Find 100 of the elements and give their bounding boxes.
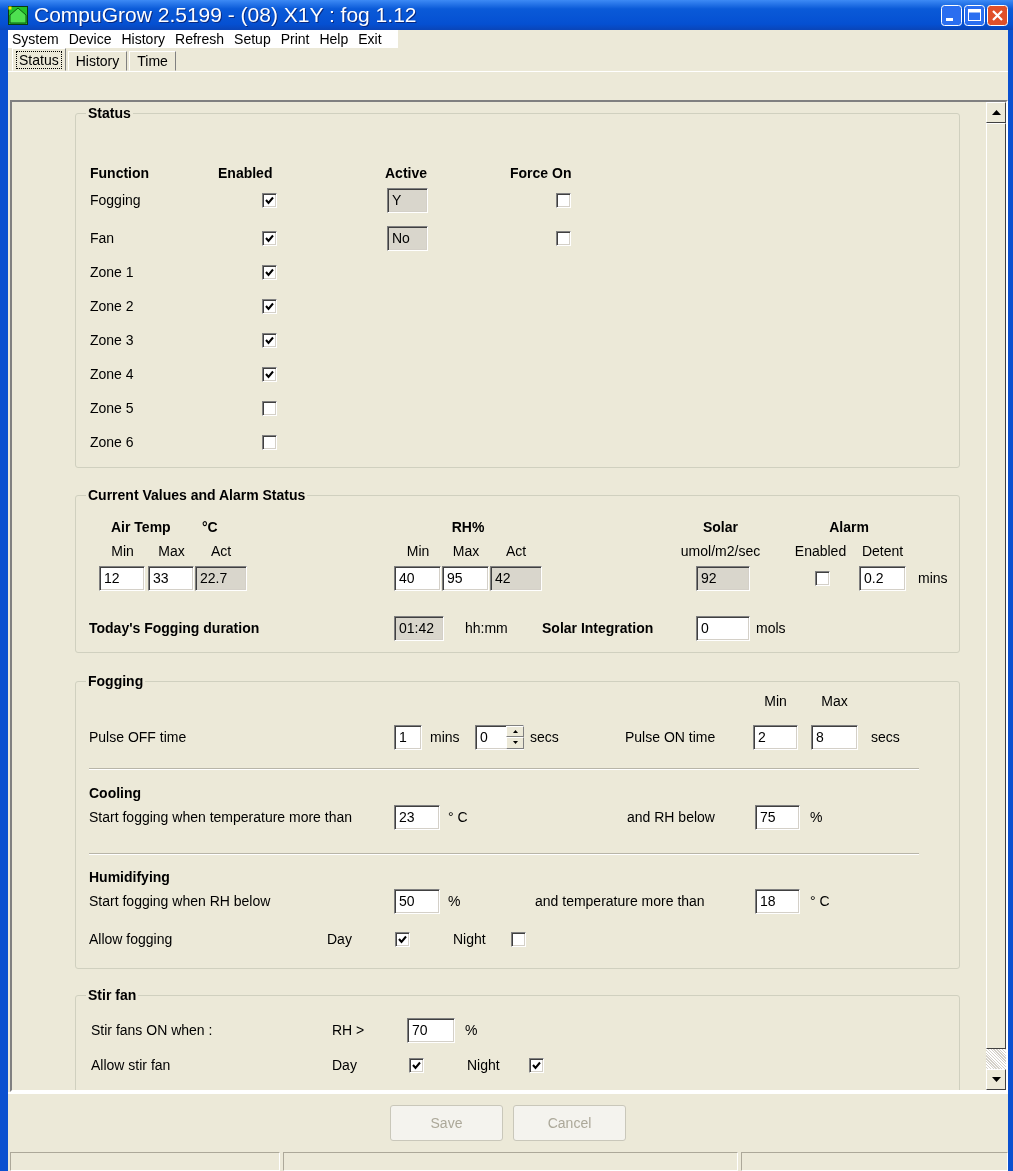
unit-label: %	[448, 893, 461, 909]
enabled-checkbox[interactable]	[262, 332, 277, 348]
unit-label: °C	[202, 519, 218, 535]
force-on-checkbox[interactable]	[556, 192, 571, 208]
alarm-enabled-checkbox[interactable]	[815, 570, 830, 586]
field-label: Today's Fogging duration	[89, 620, 260, 636]
tab[interactable]: Status	[12, 48, 66, 71]
readout-field: 42	[490, 565, 542, 591]
menu-item[interactable]: History	[117, 30, 172, 48]
function-label: Zone 1	[90, 264, 134, 280]
menu-item[interactable]: System	[8, 30, 65, 48]
input-field[interactable]: 75	[755, 804, 800, 830]
down-arrow-icon	[991, 1077, 1001, 1082]
enabled-checkbox[interactable]	[262, 192, 277, 208]
input-field[interactable]: 95	[442, 565, 489, 591]
input-field[interactable]: 1	[394, 724, 422, 750]
input-field[interactable]: 70	[407, 1017, 455, 1043]
unit-label: ° C	[810, 893, 830, 909]
input-field[interactable]: 12	[99, 565, 145, 591]
readout-field: 92	[696, 565, 750, 591]
column-label: Min	[406, 543, 430, 559]
scroll-up-button[interactable]	[986, 102, 1006, 123]
unit-label: secs	[530, 729, 559, 745]
field-label: Pulse OFF time	[89, 729, 187, 745]
column-label: Act	[505, 543, 527, 559]
input-field[interactable]: 50	[394, 888, 440, 914]
enabled-checkbox[interactable]	[262, 230, 277, 246]
unit-label: secs	[871, 729, 900, 745]
close-button[interactable]	[987, 4, 1008, 26]
option-label: Night	[467, 1057, 500, 1073]
menu-item[interactable]: Refresh	[171, 30, 231, 48]
option-label: Night	[453, 931, 486, 947]
night-checkbox[interactable]	[529, 1057, 544, 1073]
input-field[interactable]: 40	[394, 565, 441, 591]
group-title: Status	[88, 105, 131, 121]
active-field: Y	[387, 187, 428, 213]
readout-field: 01:42	[394, 615, 444, 641]
function-label: Zone 6	[90, 434, 134, 450]
group-title: Fogging	[88, 673, 144, 689]
section-heading: Air Temp	[111, 519, 171, 535]
menu-item[interactable]: Help	[315, 30, 355, 48]
column-label: Act	[210, 543, 232, 559]
unit-label: umol/m2/sec	[680, 543, 761, 559]
function-label: Zone 2	[90, 298, 134, 314]
field-label: Stir fans ON when :	[91, 1022, 213, 1038]
input-field[interactable]: 18	[755, 888, 800, 914]
column-header: Active	[385, 165, 428, 181]
force-on-checkbox[interactable]	[556, 230, 571, 246]
unit-label: mins	[918, 570, 948, 586]
field-label: Allow stir fan	[91, 1057, 171, 1073]
column-label: Max	[821, 693, 848, 709]
function-label: Fan	[90, 230, 115, 246]
input-field[interactable]: 0.2	[859, 565, 906, 591]
enabled-checkbox[interactable]	[262, 400, 277, 416]
day-checkbox[interactable]	[395, 931, 410, 947]
menu-item[interactable]: Print	[276, 30, 316, 48]
day-checkbox[interactable]	[409, 1057, 424, 1073]
unit-label: mins	[430, 729, 460, 745]
scroll-down-button[interactable]	[986, 1069, 1006, 1090]
field-label: and RH below	[627, 809, 715, 825]
house-icon	[8, 5, 28, 25]
function-label: Fogging	[90, 192, 141, 208]
input-field[interactable]: 33	[148, 565, 194, 591]
field-label: Pulse ON time	[625, 729, 716, 745]
unit-label: mols	[756, 620, 786, 636]
menu-item[interactable]: Exit	[354, 30, 388, 48]
spin-field[interactable]: 0	[475, 724, 524, 750]
column-header: Enabled	[218, 165, 273, 181]
group-title: Stir fan	[88, 987, 137, 1003]
minimize-button[interactable]	[941, 4, 962, 26]
column-label: Min	[764, 693, 787, 709]
menu-item[interactable]: Setup	[230, 30, 277, 48]
unit-label: %	[465, 1022, 478, 1038]
field-label: Solar Integration	[542, 620, 654, 636]
input-field[interactable]: 2	[753, 724, 798, 750]
input-field[interactable]: 8	[811, 724, 858, 750]
menu-item[interactable]: Device	[64, 30, 118, 48]
up-arrow-icon	[991, 110, 1001, 115]
tab[interactable]: History	[67, 51, 128, 71]
input-field[interactable]: 0	[696, 615, 750, 641]
enabled-checkbox[interactable]	[262, 264, 277, 280]
unit-label: %	[810, 809, 823, 825]
column-label: Enabled	[794, 543, 847, 559]
field-label: RH >	[332, 1022, 365, 1038]
enabled-checkbox[interactable]	[262, 366, 277, 382]
function-label: Zone 5	[90, 400, 134, 416]
field-label: Start fogging when RH below	[89, 893, 271, 909]
input-field[interactable]: 23	[394, 804, 440, 830]
section-heading: Solar	[703, 519, 738, 535]
function-label: Zone 4	[90, 366, 134, 382]
tab[interactable]: Time	[129, 51, 176, 71]
section-heading: Humidifying	[89, 869, 170, 885]
maximize-button[interactable]	[964, 4, 985, 26]
spin-buttons[interactable]	[506, 725, 524, 749]
enabled-checkbox[interactable]	[262, 434, 277, 450]
column-label: Max	[158, 543, 185, 559]
enabled-checkbox[interactable]	[262, 298, 277, 314]
window-title: CompuGrow 2.5199 - (08) X1Y : fog 1.12	[34, 3, 418, 27]
night-checkbox[interactable]	[511, 931, 526, 947]
section-heading: RH%	[451, 519, 485, 535]
